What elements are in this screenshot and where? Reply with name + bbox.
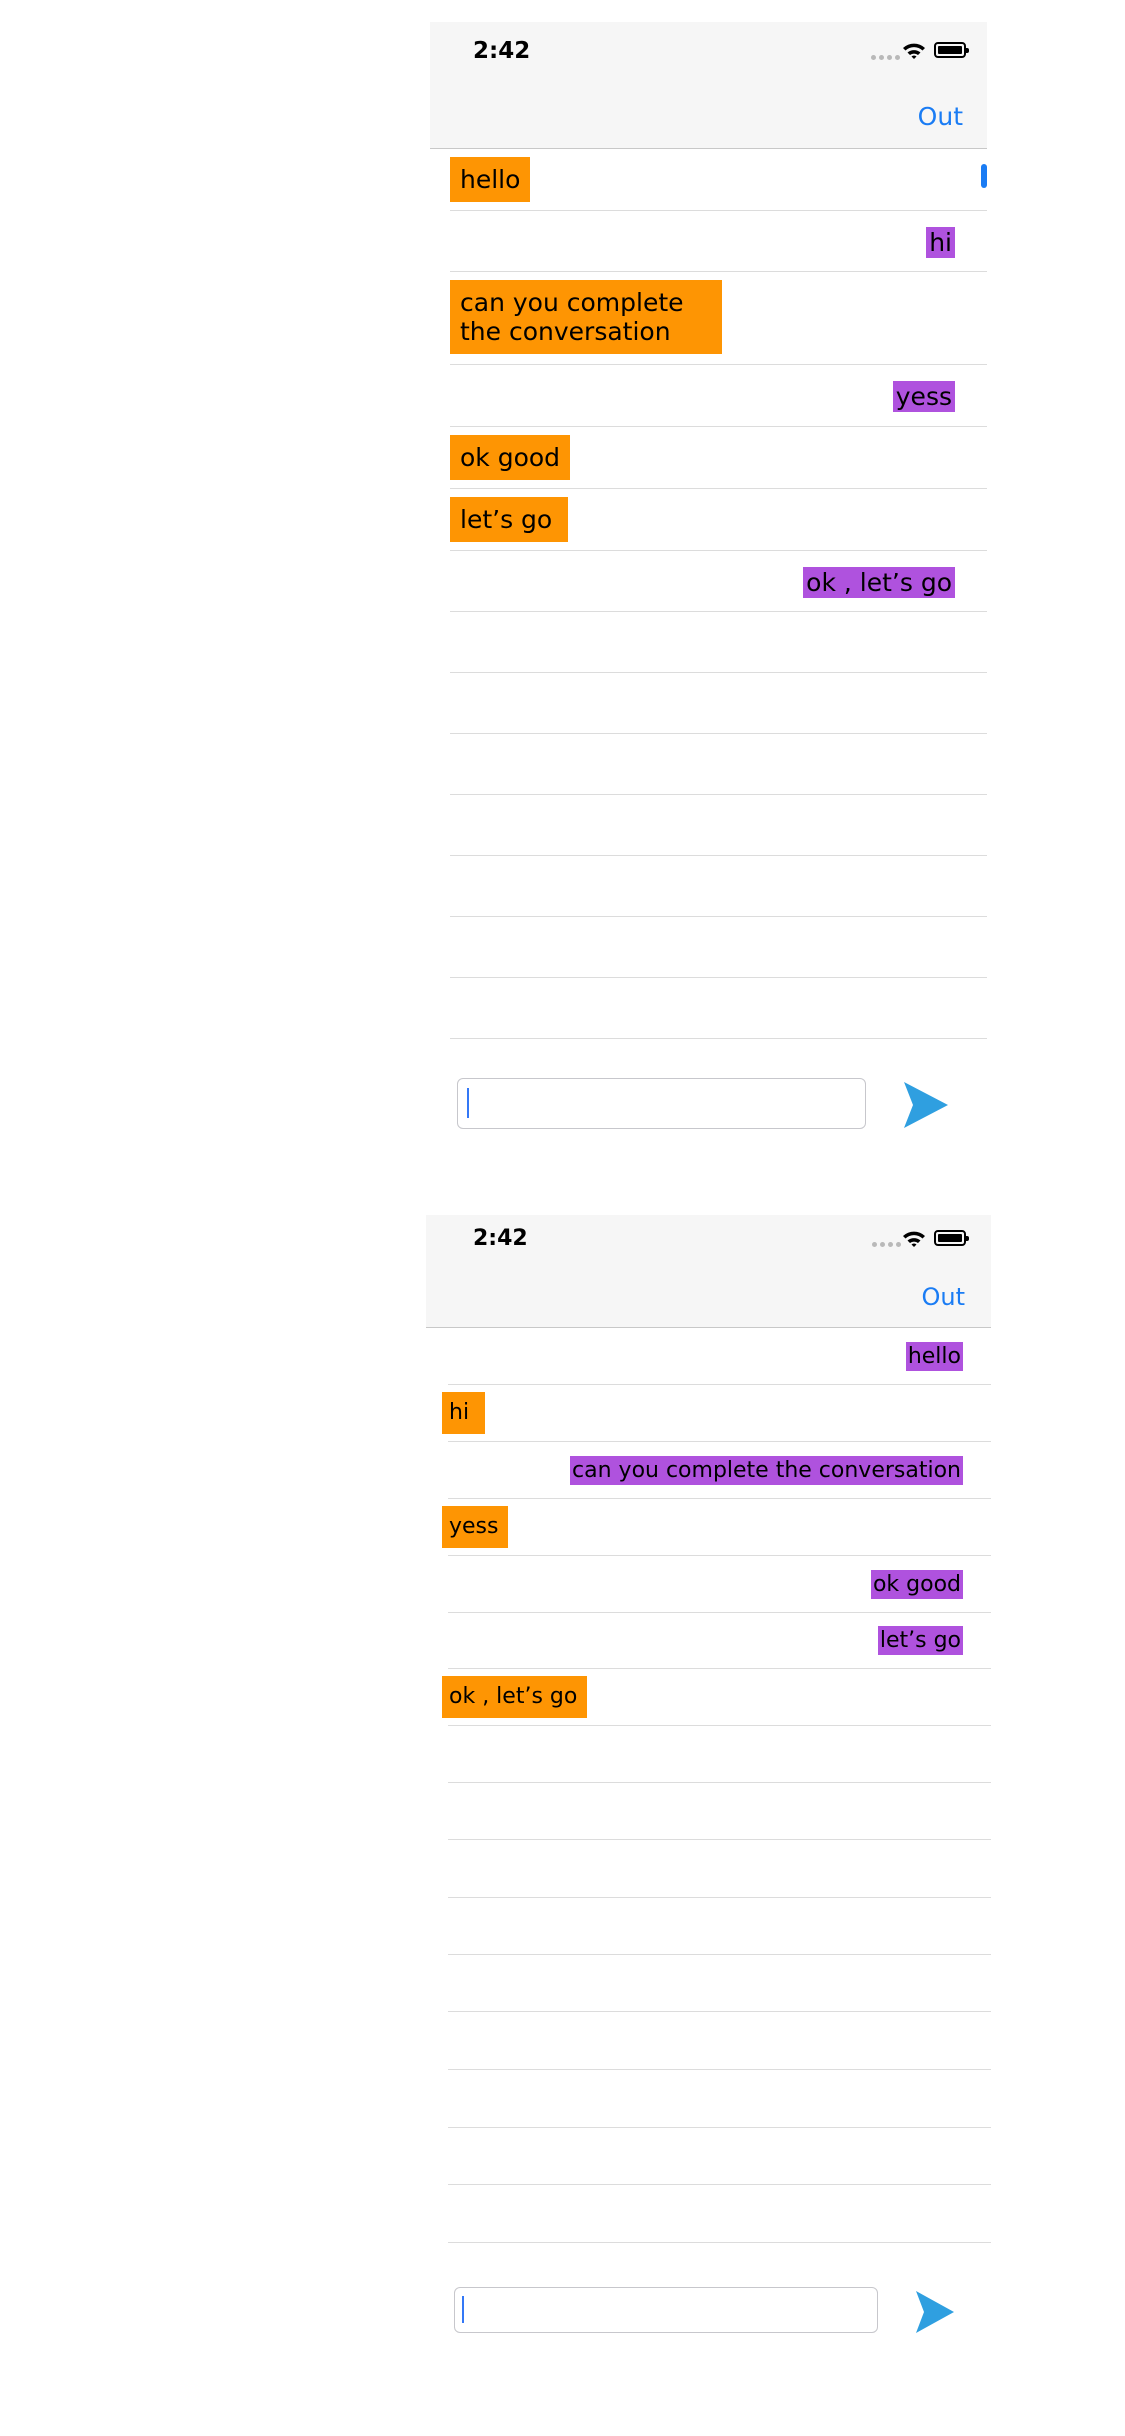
battery-icon [934,42,969,58]
empty-row [450,734,987,795]
table-row: ok good [450,427,987,489]
empty-row [448,2070,991,2128]
chat-screen-2: 2:42 Out hello hi can you complete the c… [426,1215,991,2395]
table-row: ok , let’s go [450,551,987,612]
status-time: 2:42 [473,1226,528,1251]
message-input[interactable] [454,2287,878,2333]
empty-row [448,1840,991,1898]
table-row: yess [442,1499,991,1556]
text-caret [467,1088,469,1118]
out-button[interactable]: Out [921,1283,965,1311]
empty-row [450,612,987,673]
empty-row [450,673,987,734]
empty-row [448,1955,991,2012]
table-row: hello [448,1328,991,1385]
table-row: ok good [448,1556,991,1613]
empty-row [450,978,987,1039]
page: 2:42 Out hello hi can you complete the c… [0,0,1125,2436]
table-row: let’s go [448,1613,991,1669]
status-bar: 2:42 [430,22,987,88]
signal-dots-icon [872,1242,901,1247]
message-bubble: can you complete the conversation [570,1456,963,1485]
signal-dots-icon [871,55,900,60]
message-bubble: yess [442,1506,509,1548]
message-bubble: can you complete the conversation [450,280,722,354]
table-row: can you complete the conversation [448,1442,991,1499]
empty-row [448,2012,991,2070]
paper-plane-send-icon[interactable] [902,1080,950,1130]
empty-row [450,917,987,978]
empty-row [450,795,987,856]
table-row: ok , let’s go [442,1669,991,1726]
message-bubble: hello [450,157,531,202]
wifi-icon [903,1231,925,1247]
message-bubble: hi [442,1392,486,1434]
paper-plane-send-icon[interactable] [914,2289,956,2335]
message-bubble: ok , let’s go [803,567,955,598]
out-button[interactable]: Out [918,102,963,131]
battery-icon [934,1230,969,1246]
wifi-icon [903,43,925,59]
empty-row [450,856,987,917]
message-bubble: ok , let’s go [442,1676,588,1718]
text-caret [462,2296,464,2323]
nav-bar: Out [430,88,987,149]
message-bubble: ok good [450,435,571,480]
message-bubble: yess [892,381,955,412]
empty-row [448,2128,991,2185]
chat-screen-1: 2:42 Out hello hi can you complete the c… [430,22,987,1147]
message-bubble: let’s go [877,1626,963,1655]
message-input[interactable] [457,1078,866,1129]
empty-row [448,2185,991,2243]
empty-row [448,1898,991,1955]
empty-row [448,1783,991,1840]
message-bubble: hello [905,1342,963,1371]
status-time: 2:42 [473,38,531,64]
table-row: hello [450,149,987,211]
status-bar: 2:42 [426,1215,991,1274]
table-row: hi [450,211,987,272]
empty-row [448,1726,991,1783]
message-bubble: hi [926,227,955,258]
table-row: hi [442,1385,991,1442]
table-row: let’s go [450,489,987,551]
message-bubble: ok good [870,1570,963,1599]
nav-bar: Out [426,1274,991,1328]
table-row: can you complete the conversation [450,272,987,365]
message-bubble: let’s go [450,497,569,542]
table-row: yess [450,365,987,427]
